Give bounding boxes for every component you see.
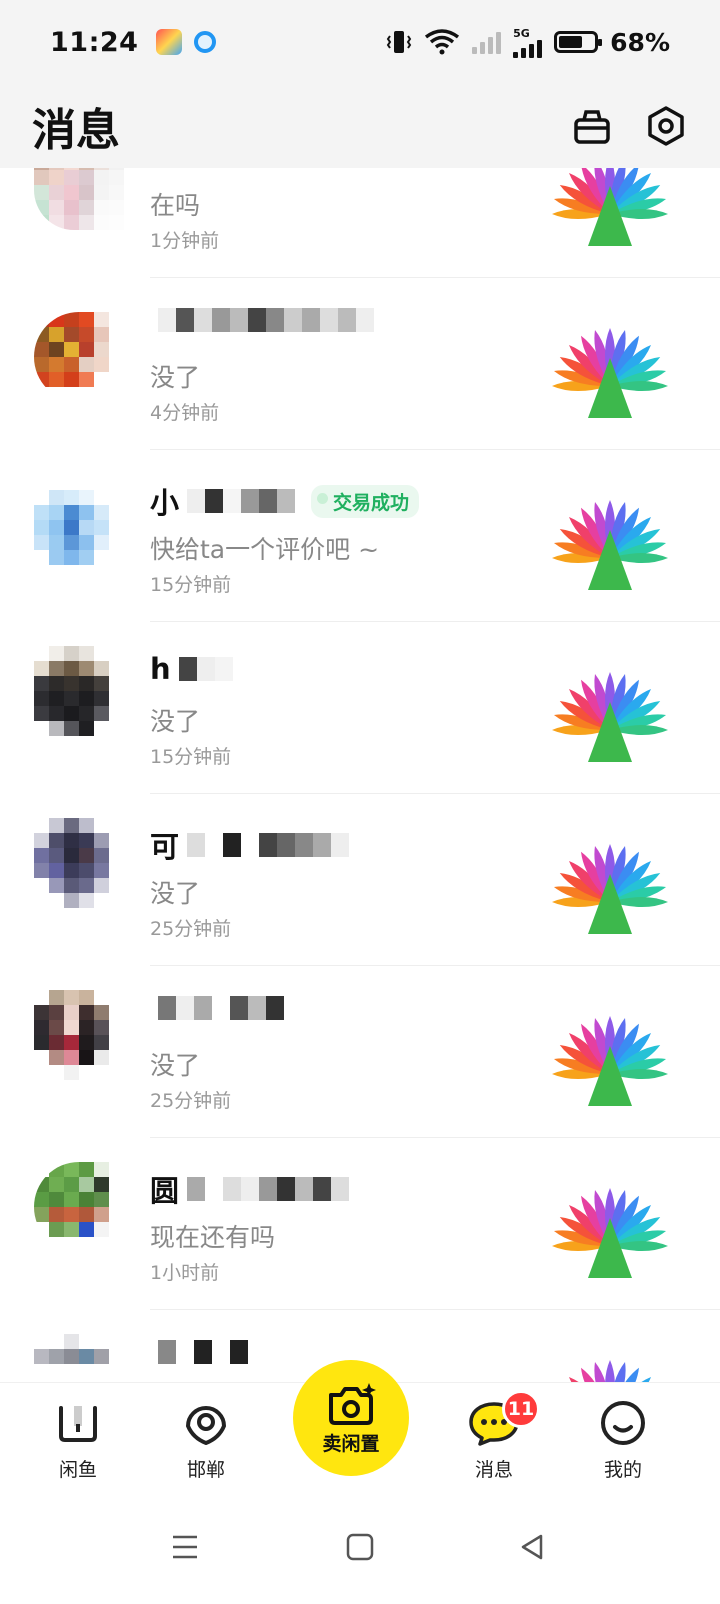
message-time: 25分钟前 [150,918,232,940]
conversation-row[interactable]: 在吗 1分钟前 [0,168,720,278]
last-message: 在吗 [150,191,201,220]
signal-5g-group: 5G [513,26,543,58]
battery-icon [554,31,603,53]
tab-messages-label: 消息 [474,1459,513,1481]
conversation-row[interactable]: 可 没了 25分钟前 [0,794,720,966]
conversation-row[interactable]: 没了 25分钟前 [0,966,720,1138]
camera-sparkle-icon [329,1382,376,1425]
status-right: 5G 68% [386,27,670,58]
last-message: 没了 [150,363,201,392]
tab-city-label: 邯郸 [186,1459,225,1481]
conversation-name [150,1340,248,1364]
tab-city[interactable]: 邯郸 [156,1397,256,1482]
conversation-row[interactable]: 小 交易成功 快给ta一个评价吧 ~ 15分钟前 [0,450,720,622]
vibrate-icon [386,31,412,53]
battery-percent: 68% [610,27,670,57]
conversation-row[interactable]: 圆 现在还有吗 1小时前 [0,1138,720,1310]
tab-home-label: 闲鱼 [58,1459,97,1481]
last-message: 现在还有吗 [150,1223,276,1252]
conversation-list[interactable]: 在吗 1分钟前 没了 4分钟前 小 交易成功 快给ta一个评价吧 ~ 15分钟前… [0,168,720,1383]
blurred-name [158,1340,248,1364]
menu-nav-button[interactable] [165,1527,205,1567]
item-thumbnail-flower-icon [552,844,668,934]
header-actions [570,104,688,148]
sell-item-button[interactable]: 卖闲置 [293,1360,409,1476]
avatar [34,312,124,402]
tab-home[interactable]: 闲鱼 [28,1397,128,1482]
message-time: 1小时前 [150,1262,220,1284]
conversation-name [150,308,374,332]
battery-fill [559,36,583,48]
item-thumbnail-flower-icon [552,1016,668,1106]
blurred-name [187,833,350,857]
fish-home-icon [59,1406,97,1442]
message-time: 25分钟前 [150,1090,232,1112]
item-thumbnail-flower-icon [552,1188,668,1278]
blurred-name [187,489,296,513]
square-home-icon [346,1533,374,1561]
sell-item-label: 卖闲置 [322,1432,380,1455]
signal-5g-icon [513,39,543,58]
signal-sim1-icon [472,30,502,54]
bag-icon [574,110,610,144]
last-message: 没了 [150,879,201,908]
tab-me-label: 我的 [603,1459,642,1481]
smile-profile-icon [601,1401,645,1445]
blurred-name [158,308,374,332]
avatar [34,1162,124,1252]
conversation-name: 圆 [150,1168,350,1210]
browser-notification-icon [194,31,217,53]
app-notification-icon [156,29,183,55]
unread-count-badge: 11 [502,1390,540,1428]
conversation-name: 小 交易成功 [150,480,420,522]
page-title: 消息 [32,105,120,156]
item-thumbnail-flower-icon [552,168,668,246]
trade-success-badge: 交易成功 [311,484,420,518]
message-time: 4分钟前 [150,402,220,424]
flower-petal [605,1360,615,1383]
avatar [34,168,124,230]
blurred-name [158,996,284,1020]
avatar [34,818,124,908]
conversation-row[interactable]: 没了 4分钟前 [0,278,720,450]
status-time: 11:24 [50,26,139,58]
last-message: 没了 [150,1051,201,1080]
message-time: 1分钟前 [150,230,220,252]
location-icon [186,1406,226,1445]
avatar [34,1334,124,1383]
blurred-name [187,1177,350,1201]
conversation-name: 可 [150,824,350,866]
blurred-name [178,657,233,681]
settings-button[interactable] [644,104,688,148]
page-header: 消息 [0,84,720,168]
message-time: 15分钟前 [150,574,232,596]
item-thumbnail-flower-icon [552,328,668,418]
last-message: 没了 [150,707,201,736]
back-triangle-icon [521,1534,543,1560]
back-nav-button[interactable] [512,1527,552,1567]
messages-screen: 11:24 5G 68% 消息 在吗 1分钟前 没了 4分钟前 小 交易成功 快… [0,0,720,1604]
item-thumbnail-flower-icon [552,672,668,762]
avatar [34,646,124,736]
wifi-icon [425,29,460,55]
last-message: 快给ta一个评价吧 ~ [150,535,380,564]
status-bar: 11:24 5G 68% [0,0,720,84]
conversation-name [150,996,284,1020]
settings-hex-icon [648,106,684,146]
item-thumbnail-flower-icon [568,1360,652,1383]
menu-icon [173,1535,197,1559]
bag-button[interactable] [570,104,614,148]
system-nav-bar [0,1493,720,1604]
conversation-name: h [150,652,233,686]
notification-icons [156,29,217,55]
message-time: 15分钟前 [150,746,232,768]
avatar [34,490,124,580]
network-type-label: 5G [513,26,530,40]
tab-me[interactable]: 我的 [573,1397,673,1482]
conversation-row[interactable]: h 没了 15分钟前 [0,622,720,794]
home-nav-button[interactable] [340,1527,380,1567]
avatar [34,990,124,1080]
item-thumbnail-flower-icon [552,500,668,590]
